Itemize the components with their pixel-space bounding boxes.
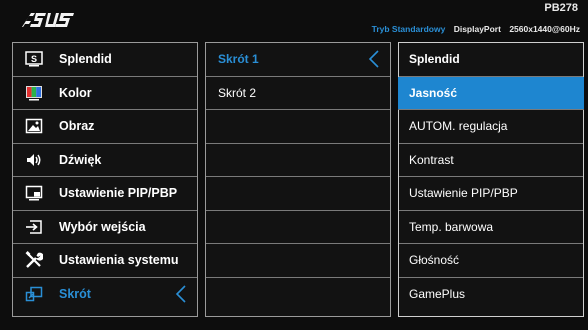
menu-item-label: Kolor: [59, 85, 92, 100]
submenu-empty-row: [206, 244, 390, 278]
menu-item-image[interactable]: Obraz: [13, 110, 197, 144]
submenu-item-shortcut-2[interactable]: Skrót 2: [206, 77, 390, 110]
option-pip-pbp[interactable]: Ustawienie PIP/PBP: [399, 177, 583, 211]
speaker-icon: [23, 151, 45, 169]
splendid-icon: S: [23, 50, 45, 68]
option-label: Kontrast: [409, 152, 454, 167]
submenu: Skrót 1 Skrót 2: [205, 42, 391, 317]
submenu-item-label: Skrót 1: [218, 52, 259, 67]
option-color-temp[interactable]: Temp. barwowa: [399, 211, 583, 244]
options-list: Splendid Jasność AUTOM. regulacja Kontra…: [398, 42, 584, 317]
pip-icon: [23, 184, 45, 202]
asus-logo: [22, 13, 74, 27]
option-auto-adjust[interactable]: AUTOM. regulacja: [399, 110, 583, 144]
menu-item-color[interactable]: Kolor: [13, 77, 197, 110]
shortcut-icon: [23, 285, 45, 303]
image-icon: [23, 117, 45, 135]
submenu-empty-row: [206, 177, 390, 211]
submenu-empty-row: [206, 211, 390, 244]
submenu-item-shortcut-1[interactable]: Skrót 1: [206, 43, 390, 77]
option-gameplus[interactable]: GamePlus: [399, 278, 583, 312]
option-volume[interactable]: Głośność: [399, 244, 583, 278]
menu-item-label: Ustawienie PIP/PBP: [59, 186, 178, 201]
option-contrast[interactable]: Kontrast: [399, 144, 583, 177]
option-label: AUTOM. regulacja: [409, 119, 508, 134]
input-status: DisplayPort: [453, 24, 501, 34]
status-line: Tryb Standardowy DisplayPort 2560x1440@6…: [372, 24, 580, 34]
menu-item-splendid[interactable]: S Splendid: [13, 43, 197, 77]
option-label: Jasność: [409, 85, 458, 100]
chevron-left-icon: [368, 50, 379, 68]
submenu-item-label: Skrót 2: [218, 85, 257, 100]
menu-item-system-setup[interactable]: Ustawienia systemu: [13, 244, 197, 278]
menu-item-sound[interactable]: Dźwięk: [13, 144, 197, 177]
mode-status: Tryb Standardowy: [371, 24, 446, 34]
menu-item-label: Wybór wejścia: [59, 219, 146, 234]
option-splendid[interactable]: Splendid: [399, 43, 583, 77]
menu-item-pip-pbp[interactable]: Ustawienie PIP/PBP: [13, 177, 197, 211]
svg-text:S: S: [31, 54, 37, 64]
main-menu: S Splendid Kolor Obraz Dźwięk Ustawienie…: [12, 42, 198, 317]
option-label: GamePlus: [409, 287, 466, 302]
input-select-icon: [23, 218, 45, 236]
option-label: Splendid: [409, 52, 460, 67]
option-label: Głośność: [409, 253, 460, 268]
option-label: Ustawienie PIP/PBP: [409, 186, 518, 201]
option-label: Temp. barwowa: [409, 219, 494, 234]
chevron-left-icon: [175, 285, 186, 303]
menu-item-shortcut[interactable]: Skrót: [13, 278, 197, 312]
color-icon: [23, 84, 45, 102]
submenu-empty-row: [206, 110, 390, 144]
menu-item-label: Dźwięk: [59, 152, 102, 167]
menu-item-label: Ustawienia systemu: [59, 253, 179, 268]
menu-item-label: Obraz: [59, 119, 95, 134]
option-brightness[interactable]: Jasność: [398, 76, 584, 110]
resolution-status: 2560x1440@60Hz: [509, 24, 580, 34]
menu-item-label: Skrót: [59, 287, 91, 302]
system-tools-icon: [23, 251, 45, 269]
submenu-empty-row: [206, 278, 390, 312]
submenu-empty-row: [206, 144, 390, 177]
model-name: PB278: [544, 2, 578, 14]
menu-item-input-select[interactable]: Wybór wejścia: [13, 211, 197, 244]
osd-header: PB278 Tryb Standardowy DisplayPort 2560x…: [0, 0, 588, 38]
menu-item-label: Splendid: [59, 52, 112, 67]
